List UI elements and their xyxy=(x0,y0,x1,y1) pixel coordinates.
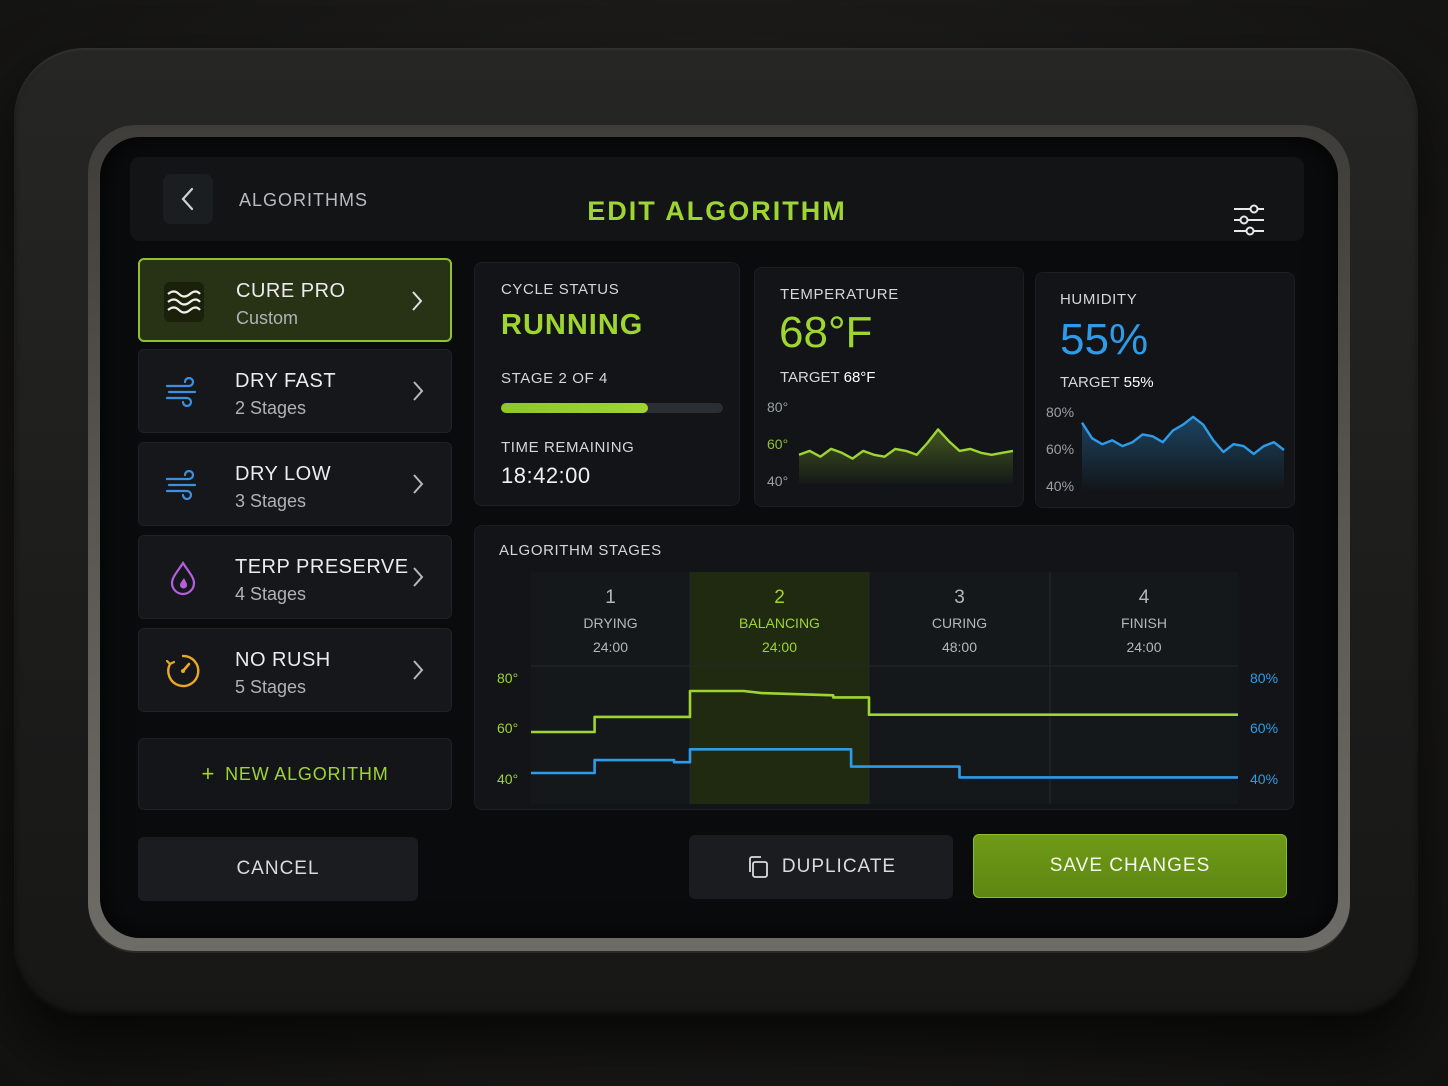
humidity-target: TARGET 55% xyxy=(1060,374,1154,391)
algorithm-item-terp-preserve[interactable]: TERP PRESERVE 4 Stages xyxy=(138,535,452,619)
stage-number: 3 xyxy=(954,587,965,608)
algorithm-name: CURE PRO xyxy=(236,280,346,302)
top-bar: ALGORITHMS EDIT ALGORITHM xyxy=(130,157,1304,241)
target-label: TARGET xyxy=(1060,374,1120,391)
save-changes-button[interactable]: SAVE CHANGES xyxy=(973,834,1287,898)
algorithm-name: TERP PRESERVE xyxy=(235,556,409,578)
algorithm-name: NO RUSH xyxy=(235,649,331,671)
time-remaining-value: 18:42:00 xyxy=(501,463,591,488)
stage-name: CURING xyxy=(932,615,987,631)
y-tick-label: 60% xyxy=(1046,441,1074,457)
cycle-status-value: RUNNING xyxy=(501,309,644,341)
stage-progress-label: STAGE 2 OF 4 xyxy=(501,370,608,387)
algorithm-item-cure-pro[interactable]: CURE PRO Custom xyxy=(138,258,452,342)
temperature-label: TEMPERATURE xyxy=(780,286,899,303)
stage-progress-fill xyxy=(501,403,648,413)
temperature-sparkline-chart: 80° 60° 40° xyxy=(767,399,1014,489)
y-tick-label: 60° xyxy=(767,436,788,452)
algorithm-subtitle: 2 Stages xyxy=(235,398,307,418)
algorithm-stages-panel: ALGORITHM STAGES 1 DRYING 24:00 2 BALANCING 2… xyxy=(474,525,1294,810)
sliders-icon xyxy=(1234,204,1264,236)
algorithm-item-dry-low[interactable]: DRY LOW 3 Stages xyxy=(138,442,452,526)
stage-duration: 24:00 xyxy=(762,639,797,655)
temperature-value: 68°F xyxy=(779,308,873,357)
duplicate-button[interactable]: DUPLICATE xyxy=(689,835,953,899)
algorithm-subtitle: 5 Stages xyxy=(235,677,307,697)
wind-icon xyxy=(163,372,203,412)
temperature-target: TARGET 68°F xyxy=(780,369,875,386)
algorithm-item-no-rush[interactable]: NO RUSH 5 Stages xyxy=(138,628,452,712)
stage-duration: 48:00 xyxy=(942,639,977,655)
algorithm-name: DRY FAST xyxy=(235,370,337,392)
wind-icon xyxy=(163,465,203,505)
y-tick-label: 40° xyxy=(767,473,788,489)
timer-icon xyxy=(163,651,203,691)
chevron-right-icon xyxy=(413,660,424,680)
time-remaining-label: TIME REMAINING xyxy=(501,439,635,456)
y-tick-label: 40% xyxy=(1046,478,1074,494)
sparkline-area xyxy=(799,429,1013,484)
waves-icon xyxy=(164,282,204,322)
chevron-right-icon xyxy=(413,381,424,401)
chevron-right-icon xyxy=(413,474,424,494)
humidity-sparkline-chart: 80% 60% 40% xyxy=(1046,404,1285,494)
settings-button[interactable] xyxy=(1232,203,1266,237)
right-y-tick: 80% xyxy=(1250,670,1278,686)
humidity-value: 55% xyxy=(1060,315,1149,364)
stage-number: 4 xyxy=(1139,587,1150,608)
y-tick-label: 80° xyxy=(767,399,788,415)
right-y-tick: 60% xyxy=(1250,720,1278,736)
stage-name: BALANCING xyxy=(739,615,820,631)
stage-number: 1 xyxy=(605,587,616,608)
screen: ALGORITHMS EDIT ALGORITHM CURE PRO Custo… xyxy=(100,137,1338,938)
algorithm-item-dry-fast[interactable]: DRY FAST 2 Stages xyxy=(138,349,452,433)
algorithm-stages-chart: 1 DRYING 24:00 2 BALANCING 24:00 3 CURING 48:00 4… xyxy=(497,572,1278,804)
cycle-status-label: CYCLE STATUS xyxy=(501,281,620,298)
target-value: 55% xyxy=(1123,374,1154,391)
left-y-tick: 80° xyxy=(497,670,518,686)
stage-name: DRYING xyxy=(583,615,637,631)
stage-progress-bar xyxy=(501,403,723,413)
y-tick-label: 80% xyxy=(1046,404,1074,420)
action-bar: CANCEL DUPLICATE SAVE CHANGES xyxy=(130,825,1304,929)
page-title: EDIT ALGORITHM xyxy=(587,196,847,226)
cycle-status-card: CYCLE STATUS RUNNING STAGE 2 OF 4 TIME R… xyxy=(474,262,740,506)
plus-icon: + xyxy=(201,761,216,786)
humidity-card: HUMIDITY 55% TARGET 55% 80% 60% 40% xyxy=(1035,272,1295,508)
algorithm-subtitle: 3 Stages xyxy=(235,491,307,511)
copy-icon xyxy=(748,856,768,878)
temperature-card: TEMPERATURE 68°F TARGET 68°F 80° 60° 40° xyxy=(754,267,1024,507)
new-algorithm-button[interactable]: + NEW ALGORITHM xyxy=(138,738,452,810)
algorithm-name: DRY LOW xyxy=(235,463,332,485)
droplet-icon xyxy=(163,558,203,598)
left-y-tick: 40° xyxy=(497,771,518,787)
right-y-tick: 40% xyxy=(1250,771,1278,787)
left-y-tick: 60° xyxy=(497,720,518,736)
algorithm-subtitle: Custom xyxy=(236,308,299,328)
duplicate-label: DUPLICATE xyxy=(781,856,897,877)
stage-duration: 24:00 xyxy=(1126,639,1161,655)
target-label: TARGET xyxy=(780,369,840,386)
stage-number: 2 xyxy=(774,587,785,608)
stage-duration: 24:00 xyxy=(593,639,628,655)
chevron-right-icon xyxy=(412,291,423,311)
target-value: 68°F xyxy=(843,369,876,386)
stage-name: FINISH xyxy=(1121,615,1167,631)
new-algorithm-label: NEW ALGORITHM xyxy=(225,763,389,784)
algorithm-subtitle: 4 Stages xyxy=(235,584,307,604)
humidity-label: HUMIDITY xyxy=(1060,291,1138,308)
cancel-button[interactable]: CANCEL xyxy=(138,837,418,901)
chevron-right-icon xyxy=(413,567,424,587)
